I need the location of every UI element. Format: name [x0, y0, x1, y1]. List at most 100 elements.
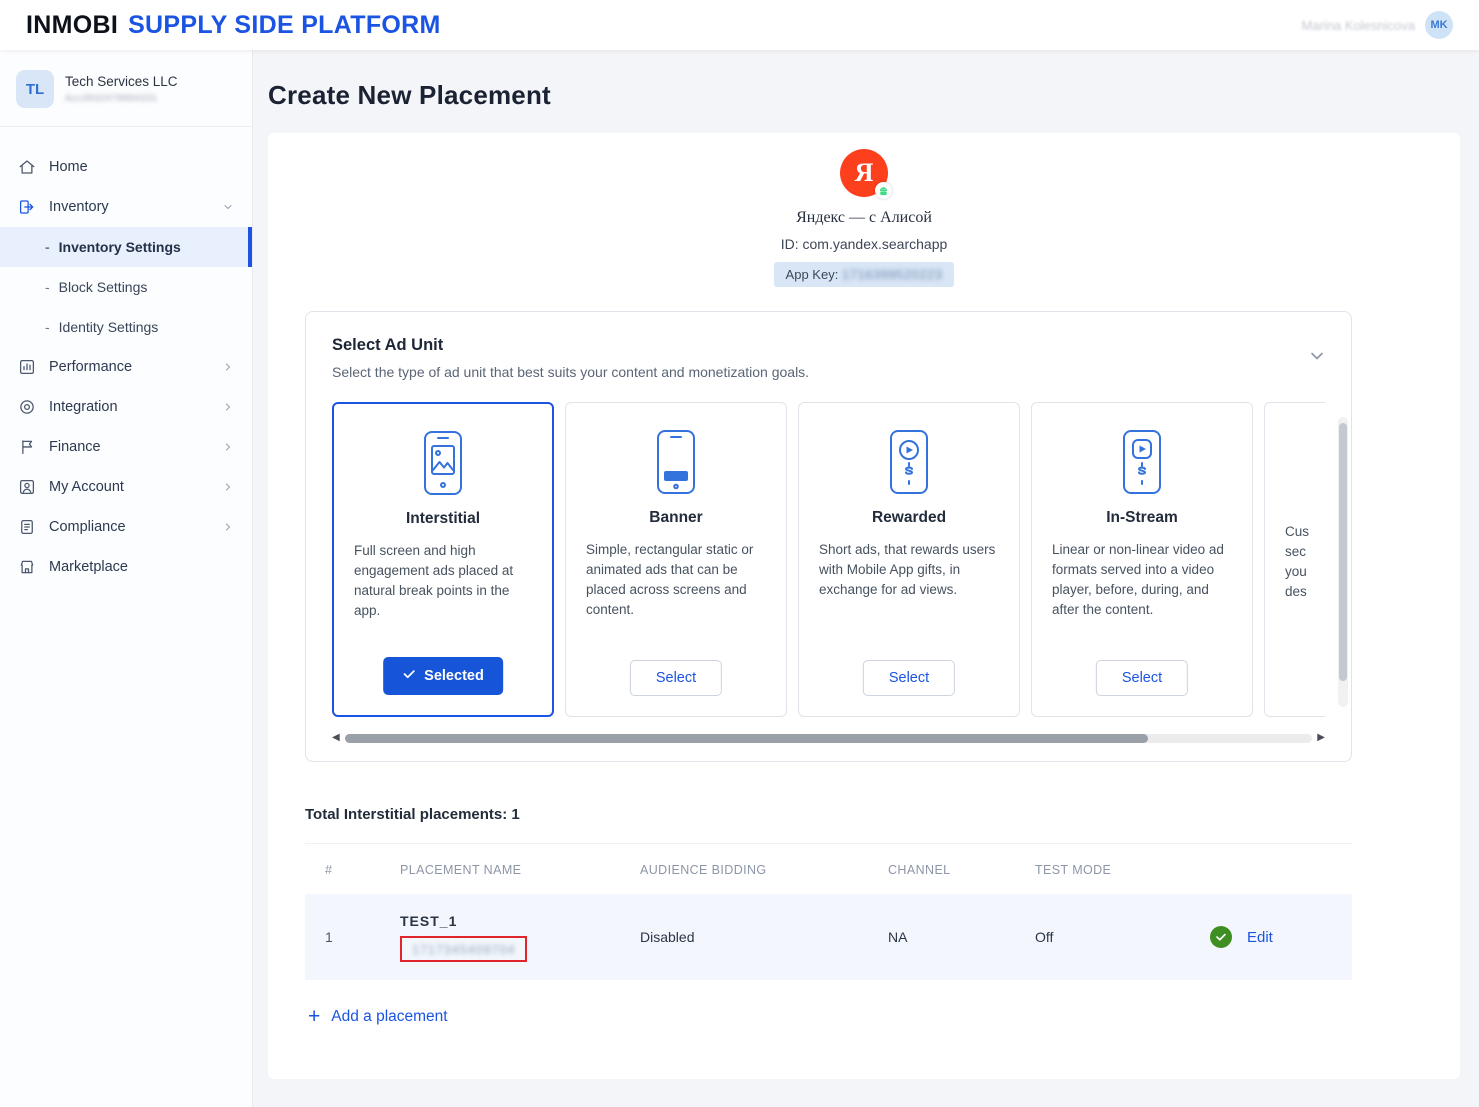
select-button-label: Select: [889, 670, 929, 686]
placement-actions: Edit: [1210, 926, 1352, 948]
test-mode-value: Off: [1035, 929, 1210, 945]
add-placement-button[interactable]: Add a placement: [308, 1006, 1460, 1028]
dash-icon: [45, 319, 50, 335]
nav-label-integration: Integration: [49, 399, 118, 415]
ad-unit-card-rewarded[interactable]: Rewarded Short ads, that rewards users w…: [798, 402, 1020, 717]
ad-unit-panel-title: Select Ad Unit: [332, 336, 1325, 355]
vertical-scrollbar[interactable]: [1338, 417, 1348, 707]
account-id: Acc3932478894331: [65, 93, 178, 104]
ad-unit-description: Short ads, that rewards users with Mobil…: [799, 527, 1019, 600]
user-name: Marina Kolesnicova: [1302, 18, 1415, 33]
nav-label-my-account: My Account: [49, 479, 124, 495]
select-button-label: Select: [656, 670, 696, 686]
finance-icon: [18, 438, 36, 456]
sidebar-item-integration[interactable]: Integration: [0, 387, 252, 427]
plus-icon: [308, 1006, 320, 1028]
horizontal-scrollbar: ◀ ▶: [332, 733, 1325, 743]
check-icon: [402, 667, 416, 685]
chevron-right-icon: [222, 441, 234, 453]
sidebar-item-block-settings[interactable]: Block Settings: [0, 267, 252, 307]
user-avatar[interactable]: MK: [1425, 11, 1453, 39]
vertical-scrollbar-thumb[interactable]: [1339, 423, 1347, 681]
ad-unit-description: Cus sec you des: [1265, 509, 1325, 602]
sidebar-item-performance[interactable]: Performance: [0, 347, 252, 387]
ad-unit-description: Full screen and high engagement ads plac…: [334, 528, 552, 621]
nav-label-finance: Finance: [49, 439, 101, 455]
ad-unit-description: Linear or non-linear video ad formats se…: [1032, 527, 1252, 620]
nav-label-home: Home: [49, 159, 88, 175]
user-area: Marina Kolesnicova MK: [1302, 11, 1453, 39]
sidebar-item-inventory-settings[interactable]: Inventory Settings: [0, 227, 252, 267]
app-header: Я Яндекс — с Алисой ID: com.yandex.searc…: [268, 133, 1460, 287]
chevron-right-icon: [222, 521, 234, 533]
app-key-value: 1716399520223: [842, 267, 943, 282]
audience-bidding-value: Disabled: [640, 929, 888, 945]
sidebar-item-home[interactable]: Home: [0, 147, 252, 187]
placement-id-highlight-box: 1717345409704: [400, 936, 527, 962]
account-avatar: TL: [16, 70, 54, 108]
ad-unit-card-in-stream[interactable]: In-Stream Linear or non-linear video ad …: [1031, 402, 1253, 717]
col-header-channel: CHANNEL: [888, 863, 1035, 877]
rewarded-select-button[interactable]: Select: [863, 660, 955, 696]
app-key-label: App Key:: [786, 267, 839, 282]
ad-unit-cards-row: Interstitial Full screen and high engage…: [332, 402, 1325, 717]
brand-supply-side-platform: SUPPLY SIDE PLATFORM: [128, 11, 441, 40]
sidebar-item-marketplace[interactable]: Marketplace: [0, 547, 252, 587]
ad-unit-card-banner[interactable]: Banner Simple, rectangular static or ani…: [565, 402, 787, 717]
nav-label-identity-settings: Identity Settings: [59, 319, 159, 335]
account-switcher[interactable]: TL Tech Services LLC Acc3932478894331: [0, 50, 252, 127]
account-meta: Tech Services LLC Acc3932478894331: [65, 74, 178, 104]
sidebar-item-my-account[interactable]: My Account: [0, 467, 252, 507]
nav-label-inventory: Inventory: [49, 199, 109, 215]
ad-unit-card-partial[interactable]: Cus sec you des Select: [1264, 402, 1325, 717]
placement-id: 1717345409704: [412, 943, 515, 957]
app-bundle-id: ID: com.yandex.searchapp: [268, 236, 1460, 252]
account-name: Tech Services LLC: [65, 74, 178, 89]
app-name: Яндекс — с Алисой: [268, 209, 1460, 227]
top-header: INMOBI SUPPLY SIDE PLATFORM Marina Koles…: [0, 0, 1479, 50]
banner-select-button[interactable]: Select: [630, 660, 722, 696]
active-status-check-icon: [1210, 926, 1232, 948]
ad-unit-card-interstitial[interactable]: Interstitial Full screen and high engage…: [332, 402, 554, 717]
sidebar-nav: Home Inventory Inventory Settings Block …: [0, 127, 252, 587]
sidebar-item-inventory[interactable]: Inventory: [0, 187, 252, 227]
chevron-right-icon: [222, 361, 234, 373]
ad-unit-panel-subtitle: Select the type of ad unit that best sui…: [332, 364, 1325, 380]
scroll-left-icon[interactable]: ◀: [332, 733, 340, 743]
table-header-row: # PLACEMENT NAME AUDIENCE BIDDING CHANNE…: [305, 843, 1352, 894]
total-placements-label: Total Interstitial placements: 1: [305, 806, 1460, 823]
col-header-test-mode: TEST MODE: [1035, 863, 1210, 877]
integration-icon: [18, 398, 36, 416]
in-stream-select-button[interactable]: Select: [1096, 660, 1188, 696]
app-icon: Я: [840, 149, 888, 197]
scroll-right-icon[interactable]: ▶: [1317, 733, 1325, 743]
collapse-chevron-icon[interactable]: [1307, 346, 1327, 371]
brand-logo: INMOBI SUPPLY SIDE PLATFORM: [26, 11, 441, 40]
add-placement-label: Add a placement: [331, 1008, 447, 1026]
col-header-audience-bidding: AUDIENCE BIDDING: [640, 863, 888, 877]
marketplace-icon: [18, 558, 36, 576]
sidebar-item-compliance[interactable]: Compliance: [0, 507, 252, 547]
chevron-right-icon: [222, 481, 234, 493]
chevron-right-icon: [222, 401, 234, 413]
nav-label-inventory-settings: Inventory Settings: [59, 239, 181, 255]
interstitial-selected-button[interactable]: Selected: [383, 657, 503, 695]
ad-unit-name: Banner: [566, 509, 786, 527]
in-stream-icon: [1032, 427, 1252, 497]
horizontal-scrollbar-track[interactable]: [345, 734, 1313, 743]
my-account-icon: [18, 478, 36, 496]
inventory-icon: [18, 198, 36, 216]
select-button-label: Select: [1122, 670, 1162, 686]
placement-index: 1: [305, 929, 400, 945]
banner-icon: [566, 427, 786, 497]
chevron-down-icon: [222, 201, 234, 213]
placement-table-row[interactable]: 1 TEST_1 1717345409704 Disabled NA Off: [305, 894, 1352, 980]
nav-label-performance: Performance: [49, 359, 132, 375]
edit-link[interactable]: Edit: [1247, 929, 1273, 946]
sidebar-item-identity-settings[interactable]: Identity Settings: [0, 307, 252, 347]
sidebar-item-finance[interactable]: Finance: [0, 427, 252, 467]
home-icon: [18, 158, 36, 176]
horizontal-scrollbar-thumb[interactable]: [345, 734, 1148, 743]
rewarded-icon: [799, 427, 1019, 497]
ad-unit-icon: [1265, 427, 1325, 497]
